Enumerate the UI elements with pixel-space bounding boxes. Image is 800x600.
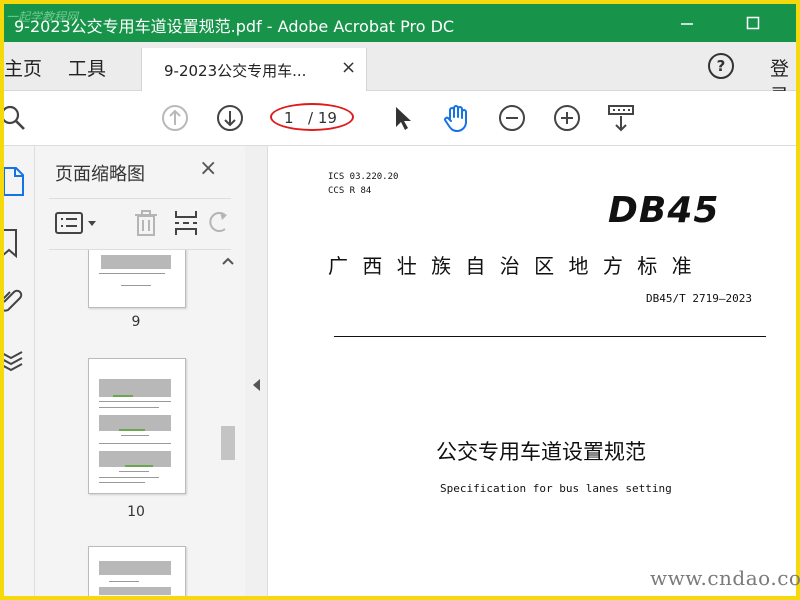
zoom-in-button[interactable]	[550, 101, 584, 135]
previous-page-button[interactable]	[158, 101, 192, 135]
minimize-icon	[681, 23, 693, 25]
thumbnail-page-number: 10	[127, 504, 145, 520]
arrow-down-circle-icon	[217, 105, 243, 131]
attachment-icon[interactable]	[4, 286, 24, 316]
document-title-en: Specification for bus lanes setting	[440, 482, 672, 495]
panel-toolbar	[49, 198, 231, 250]
close-panel-icon[interactable]: ×	[199, 156, 217, 181]
fit-page-icon	[608, 105, 634, 132]
document-tab-label: 9-2023公交专用车...	[164, 62, 307, 80]
site-watermark: www.cndao.com	[650, 566, 800, 590]
maximize-icon	[746, 16, 760, 30]
select-tool-button[interactable]	[386, 101, 420, 135]
close-tab-icon[interactable]: ×	[341, 57, 356, 78]
window-title: 9-2023公交专用车道设置规范.pdf - Adobe Acrobat Pro…	[14, 17, 455, 36]
ccs-code: CCS R 84	[328, 186, 372, 196]
minimize-button[interactable]	[664, 4, 710, 42]
left-navigation-rail	[4, 146, 35, 596]
nav-home[interactable]: 主页	[4, 54, 42, 81]
zoom-out-button[interactable]	[495, 101, 529, 135]
db45-logo: DB45	[608, 190, 720, 231]
cursor-arrow-icon	[396, 107, 411, 130]
page-thumbnail[interactable]	[88, 546, 186, 596]
nav-tools[interactable]: 工具	[68, 54, 106, 81]
page-number-box: 1 / 19	[270, 103, 354, 133]
scrollbar-thumb[interactable]	[221, 426, 235, 460]
arrow-up-circle-icon	[162, 105, 188, 131]
page-thumbnail[interactable]	[88, 250, 186, 308]
page-fit-button[interactable]	[604, 101, 638, 135]
thumbnail-page-number: 9	[131, 314, 141, 330]
bookmark-icon[interactable]	[4, 228, 22, 258]
options-menu-icon[interactable]	[55, 211, 99, 235]
insert-page-icon[interactable]	[173, 209, 199, 237]
help-icon[interactable]: ?	[708, 53, 734, 79]
document-tab[interactable]: 9-2023公交专用车... ×	[141, 48, 367, 91]
page-thumbnails-icon[interactable]	[4, 166, 26, 198]
search-button[interactable]	[4, 101, 30, 135]
ics-code: ICS 03.220.20	[328, 172, 399, 182]
main-toolbar: 1 / 19	[4, 91, 796, 146]
standard-code: DB45/T 2719—2023	[646, 292, 752, 305]
divider-line	[334, 336, 766, 337]
document-title-cn: 公交专用车道设置规范	[436, 440, 646, 464]
document-page: ICS 03.220.20 CCS R 84 DB45 广 西 壮 族 自 治 …	[268, 146, 796, 596]
title-bar: 一起学教程网 9-2023公交专用车道设置规范.pdf - Adobe Acro…	[4, 4, 796, 42]
next-page-button[interactable]	[213, 101, 247, 135]
hand-icon	[444, 105, 467, 132]
tab-bar: 主页 工具 9-2023公交专用车... × ? 登录	[4, 42, 796, 107]
delete-page-icon[interactable]	[133, 209, 159, 237]
search-icon	[4, 105, 25, 130]
scroll-up-icon[interactable]	[221, 256, 235, 266]
maximize-button[interactable]	[730, 4, 776, 42]
thumbnails-panel: 页面缩略图 × 9 10	[35, 146, 246, 596]
hand-tool-button[interactable]	[440, 101, 474, 135]
collapse-arrow-icon[interactable]	[252, 378, 262, 392]
standard-authority: 广 西 壮 族 自 治 区 地 方 标 准	[328, 254, 696, 278]
panel-splitter[interactable]	[245, 146, 268, 596]
red-highlight-oval	[270, 103, 354, 131]
zoom-in-icon	[554, 105, 580, 131]
thumbnail-list: 9 10	[35, 250, 245, 596]
rotate-page-icon[interactable]	[205, 209, 231, 237]
thumbnail-scrollbar[interactable]	[217, 250, 237, 596]
panel-title: 页面缩略图	[55, 164, 145, 185]
page-thumbnail[interactable]	[88, 358, 186, 494]
layers-icon[interactable]	[4, 344, 24, 374]
acrobat-window: 一起学教程网 9-2023公交专用车道设置规范.pdf - Adobe Acro…	[4, 4, 796, 596]
zoom-out-icon	[499, 105, 525, 131]
